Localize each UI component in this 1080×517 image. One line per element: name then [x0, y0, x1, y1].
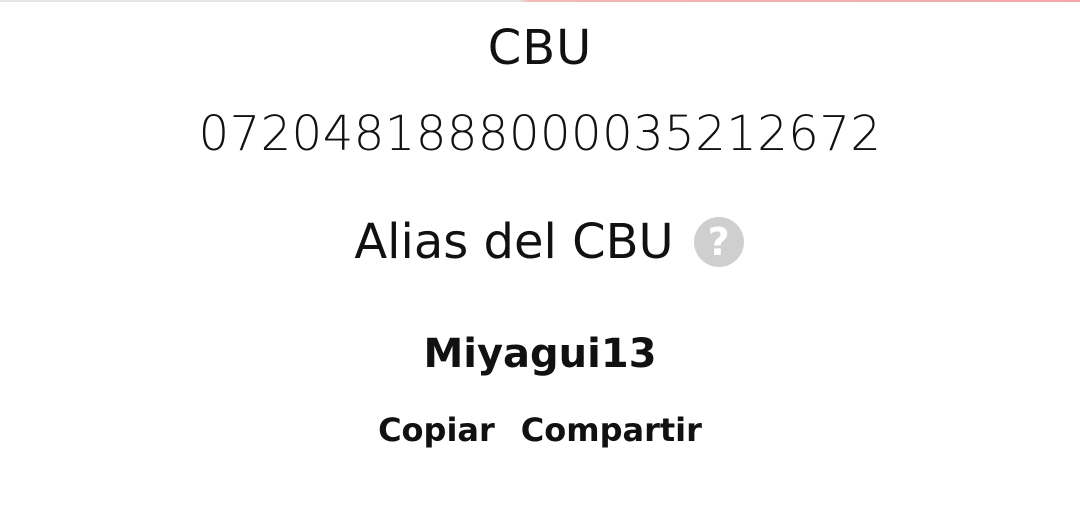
alias-value: Miyagui13 [423, 331, 657, 377]
cbu-number: 0720481888000035212672 [198, 106, 882, 162]
alias-header: Alias del CBU ? [0, 212, 1080, 272]
share-button[interactable]: Compartir [519, 406, 704, 454]
question-circle-icon[interactable]: ? [693, 217, 744, 267]
top-divider [0, 0, 1080, 2]
alias-actions: Copiar Compartir [0, 406, 1080, 454]
cbu-label: CBU [487, 20, 593, 76]
copy-button[interactable]: Copiar [376, 406, 497, 454]
alias-label: Alias del CBU [354, 214, 674, 270]
